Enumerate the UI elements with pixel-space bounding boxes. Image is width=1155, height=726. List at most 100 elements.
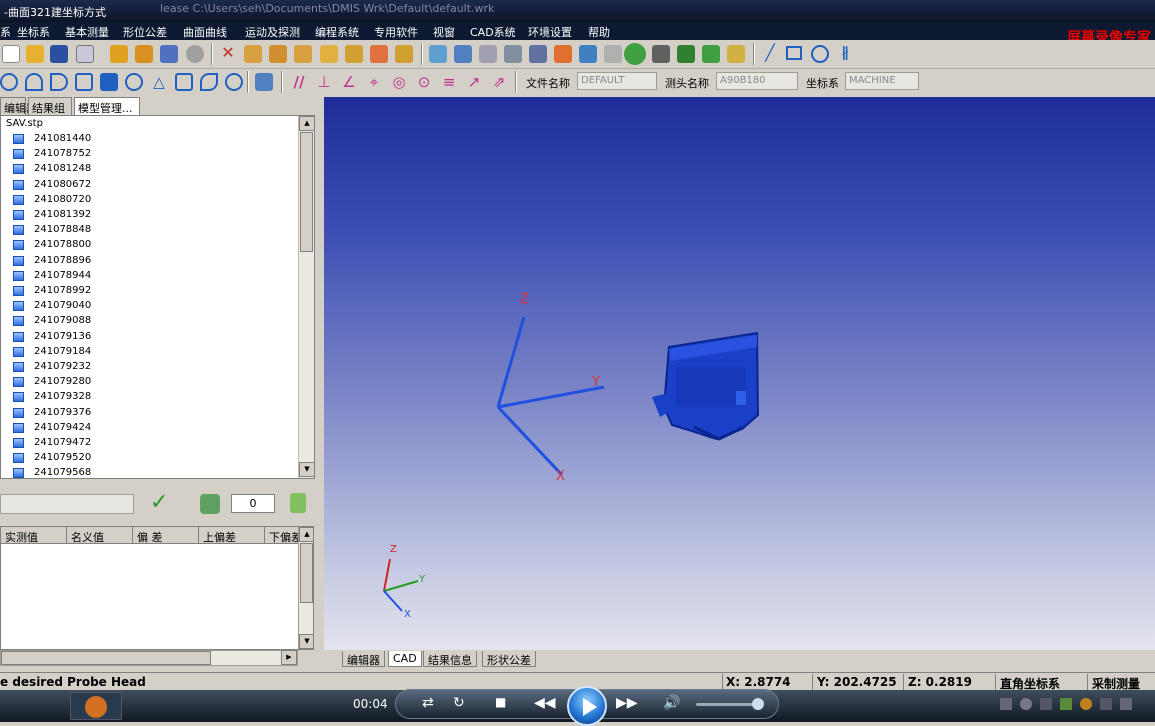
tree-item[interactable]: 241079424 bbox=[1, 421, 301, 436]
cad-viewport[interactable]: Z Y X Z Y X bbox=[324, 97, 1155, 650]
menu-program[interactable]: 编程系统 bbox=[315, 24, 359, 40]
tree-item[interactable]: 241079328 bbox=[1, 390, 301, 405]
tab-result-info[interactable]: 结果信息 bbox=[423, 651, 477, 667]
network-tray-icon[interactable] bbox=[1040, 698, 1052, 710]
tree-item[interactable]: 241079280 bbox=[1, 375, 301, 390]
tree-item[interactable]: 241079520 bbox=[1, 451, 301, 466]
scroll-thumb[interactable] bbox=[300, 132, 313, 252]
volume-slider-knob[interactable] bbox=[752, 698, 764, 710]
play-button[interactable] bbox=[567, 686, 607, 726]
scroll-down-arrow-icon[interactable]: ▼ bbox=[299, 634, 313, 649]
probe-hits-icon[interactable] bbox=[200, 494, 220, 514]
line-icon[interactable]: ╱ bbox=[761, 45, 779, 63]
torus-icon[interactable] bbox=[175, 73, 193, 91]
parallel-icon[interactable]: // bbox=[290, 73, 308, 91]
angularity-icon[interactable]: ∠ bbox=[340, 73, 358, 91]
menu-help[interactable]: 帮助 bbox=[588, 24, 610, 40]
tab-editor-view[interactable]: 编辑器 bbox=[342, 651, 385, 667]
cylinder-feature-icon[interactable] bbox=[100, 73, 118, 91]
tree-item[interactable]: 241078896 bbox=[1, 254, 301, 269]
tree-item[interactable]: 241079184 bbox=[1, 345, 301, 360]
offset-icon[interactable] bbox=[702, 45, 720, 63]
open-folder-icon[interactable] bbox=[26, 45, 44, 63]
measure-tool-icon[interactable] bbox=[244, 45, 262, 63]
menu-cad[interactable]: CAD系统 bbox=[470, 24, 516, 40]
print-icon[interactable] bbox=[479, 45, 497, 63]
tree-item[interactable]: 241081392 bbox=[1, 208, 301, 223]
scroll-up-arrow-icon[interactable]: ▲ bbox=[299, 527, 313, 542]
position-icon[interactable]: ⌖ bbox=[365, 73, 383, 91]
joystick-icon[interactable] bbox=[652, 45, 670, 63]
menu-view[interactable]: 视窗 bbox=[433, 24, 455, 40]
coord-system-field[interactable]: MACHINE bbox=[845, 72, 919, 90]
file-name-field[interactable]: DEFAULT bbox=[577, 72, 657, 90]
shield-tray-icon[interactable] bbox=[1060, 698, 1072, 710]
scroll-thumb[interactable] bbox=[300, 543, 313, 603]
disabled-tool-icon[interactable] bbox=[604, 45, 622, 63]
tree-item[interactable]: 241079136 bbox=[1, 330, 301, 345]
edit-icon[interactable] bbox=[135, 45, 153, 63]
tree-root[interactable]: SAV.stp bbox=[1, 117, 301, 132]
app-taskbar-icon[interactable] bbox=[70, 692, 122, 720]
tree-item[interactable]: 241080720 bbox=[1, 193, 301, 208]
tree-item[interactable]: 241078848 bbox=[1, 223, 301, 238]
symmetry-icon[interactable]: ≡ bbox=[440, 73, 458, 91]
tab-form-tolerance[interactable]: 形状公差 bbox=[482, 651, 536, 667]
tree-item[interactable]: 241080672 bbox=[1, 178, 301, 193]
scroll-right-arrow-icon[interactable]: ▶ bbox=[281, 650, 297, 665]
probe-name-field[interactable]: A90B180 bbox=[716, 72, 798, 90]
runout-icon[interactable]: ↗ bbox=[465, 73, 483, 91]
menu-basic-measure[interactable]: 基本测量 bbox=[65, 24, 109, 40]
delete-x-icon[interactable]: ✕ bbox=[219, 45, 237, 63]
stop-icon[interactable] bbox=[186, 45, 204, 63]
grid-icon[interactable] bbox=[727, 45, 745, 63]
chart-icon[interactable] bbox=[160, 45, 178, 63]
menu-surface[interactable]: 曲面曲线 bbox=[183, 24, 227, 40]
probe-icon[interactable] bbox=[370, 45, 388, 63]
cylinder-icon[interactable]: ∦ bbox=[836, 45, 854, 63]
copy-icon[interactable] bbox=[76, 45, 94, 63]
tree-item[interactable]: 241079232 bbox=[1, 360, 301, 375]
scroll-down-arrow-icon[interactable]: ▼ bbox=[299, 462, 315, 477]
sphere-icon[interactable] bbox=[125, 73, 143, 91]
tree-item[interactable]: 241081248 bbox=[1, 162, 301, 177]
lock-icon[interactable] bbox=[110, 45, 128, 63]
tray-icon[interactable] bbox=[1000, 698, 1012, 710]
transfer-icon[interactable] bbox=[429, 45, 447, 63]
home-icon[interactable] bbox=[554, 45, 572, 63]
menu-special[interactable]: 专用软件 bbox=[374, 24, 418, 40]
tree-item[interactable]: 241079568 bbox=[1, 466, 301, 478]
ellipse-icon[interactable] bbox=[200, 73, 218, 91]
menu-tolerance[interactable]: 形位公差 bbox=[123, 24, 167, 40]
box-icon[interactable] bbox=[75, 73, 93, 91]
help-tray-icon[interactable] bbox=[1020, 698, 1032, 710]
shuffle-icon[interactable]: ⇄ bbox=[422, 695, 434, 711]
layers-icon[interactable] bbox=[579, 45, 597, 63]
tree-item[interactable]: 241079040 bbox=[1, 299, 301, 314]
update-tray-icon[interactable] bbox=[1080, 698, 1092, 710]
arc-icon[interactable] bbox=[0, 73, 18, 91]
rewind-icon[interactable]: ◀◀ bbox=[534, 695, 556, 711]
measure-input[interactable] bbox=[0, 494, 134, 514]
tab-model-manager[interactable]: 模型管理... bbox=[74, 97, 140, 115]
axis-tool-icon[interactable] bbox=[677, 45, 695, 63]
ruler-icon[interactable] bbox=[320, 45, 338, 63]
plane-icon[interactable] bbox=[294, 45, 312, 63]
construct-icon[interactable] bbox=[255, 73, 273, 91]
tab-results[interactable]: 结果组 bbox=[28, 97, 72, 115]
load-icon[interactable] bbox=[454, 45, 472, 63]
new-file-icon[interactable] bbox=[2, 45, 20, 63]
tree-item[interactable]: 241079088 bbox=[1, 314, 301, 329]
fast-forward-icon[interactable]: ▶▶ bbox=[616, 695, 638, 711]
tree-item[interactable]: 241081440 bbox=[1, 132, 301, 147]
tree-item[interactable]: 241078800 bbox=[1, 238, 301, 253]
menu-motion[interactable]: 运动及探测 bbox=[245, 24, 300, 40]
clear-icon[interactable] bbox=[290, 493, 306, 513]
slot-icon[interactable] bbox=[50, 73, 68, 91]
scan-icon[interactable] bbox=[345, 45, 363, 63]
tab-cad-view[interactable]: CAD bbox=[388, 651, 422, 667]
tree-item[interactable]: 241079376 bbox=[1, 406, 301, 421]
tree-scrollbar[interactable]: ▲ ▼ bbox=[298, 116, 315, 478]
save-icon[interactable] bbox=[50, 45, 68, 63]
printer-icon[interactable] bbox=[504, 45, 522, 63]
